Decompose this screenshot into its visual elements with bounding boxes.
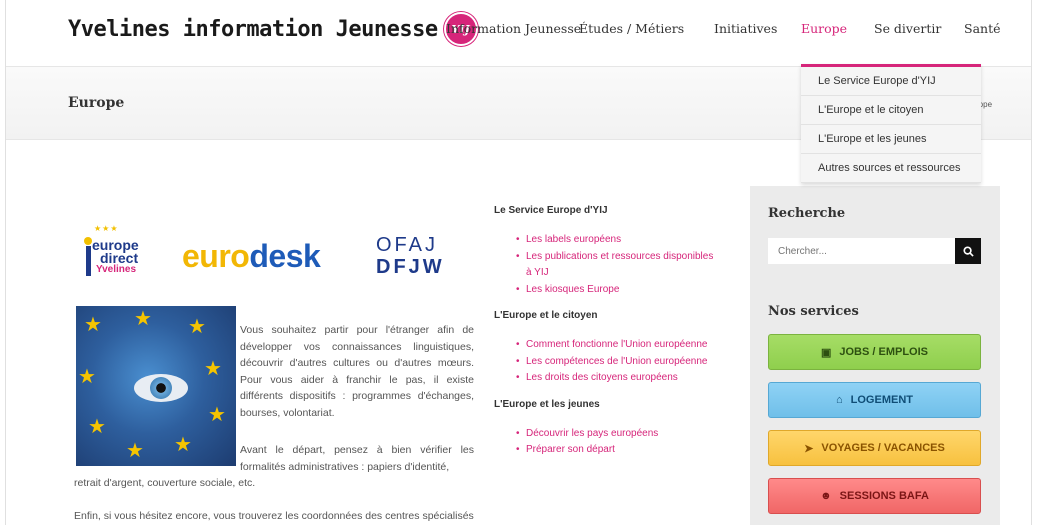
- service-europe-links: • Les labels européens • Les publications …: [514, 232, 714, 298]
- star-icon: ★: [174, 432, 192, 456]
- ofaj-logo: OFAJ DFJW: [376, 234, 445, 278]
- link-preparer-depart[interactable]: • Préparer son départ: [514, 442, 714, 459]
- europe-dropdown-menu: Le Service Europe d'YIJ L'Europe et le c…: [801, 64, 981, 183]
- intro-paragraph-1: Vous souhaitez partir pour l'étranger af…: [240, 324, 474, 419]
- link-fonctionnement-ue[interactable]: • Comment fonctionne l'Union européenne: [514, 337, 714, 354]
- main-nav: Information Jeunesse Études / Métiers In…: [6, 21, 1031, 41]
- sessions-bafa-button[interactable]: ☻ SESSIONS BAFA: [768, 478, 981, 514]
- link-label: Les droits des citoyens européens: [526, 372, 678, 383]
- button-label: VOYAGES / VACANCES: [821, 442, 945, 454]
- logo-bar: [86, 246, 91, 276]
- star-icon: ★: [88, 414, 106, 438]
- intro-paragraph-2: Avant le départ, pensez à bien vérifier …: [240, 444, 474, 473]
- eye-icon: [134, 374, 188, 402]
- dropdown-item-autres-sources[interactable]: Autres sources et ressources: [801, 154, 981, 183]
- eu-stars-icon: ★★★: [94, 224, 119, 233]
- ofaj-row-1: OFAJ: [376, 234, 439, 256]
- ofaj-row-2: DFJW: [376, 256, 445, 278]
- link-publications[interactable]: • Les publications et ressources disponib…: [514, 249, 714, 282]
- eurodesk-part-2: desk: [249, 238, 321, 274]
- link-label: Comment fonctionne l'Union européenne: [526, 339, 708, 350]
- link-label: Les compétences de l'Union européenne: [526, 355, 708, 367]
- plane-icon: ➤: [804, 442, 814, 455]
- section-heading-europe-citoyen: L'Europe et le citoyen: [494, 310, 598, 321]
- site-header: Yvelines information Jeunesse YIJ Inform…: [6, 0, 1031, 62]
- search-widget-title: Recherche: [768, 206, 846, 221]
- star-icon: ★: [208, 402, 226, 426]
- button-label: SESSIONS BAFA: [839, 490, 929, 502]
- search-button[interactable]: [955, 238, 981, 264]
- page-frame: Yvelines information Jeunesse YIJ Inform…: [5, 0, 1032, 525]
- sidebar: Recherche Nos services ▣ JOBS / EMPLOIS …: [750, 186, 1000, 525]
- button-label: LOGEMENT: [850, 394, 913, 406]
- dropdown-item-europe-jeunes[interactable]: L'Europe et les jeunes: [801, 125, 981, 154]
- star-icon: ★: [204, 356, 222, 380]
- europe-direct-logo: ★★★ europe direct Yvelines: [80, 224, 160, 292]
- nav-se-divertir[interactable]: Se divertir: [874, 21, 941, 36]
- europe-citoyen-links: • Comment fonctionne l'Union européenne •…: [514, 337, 714, 387]
- users-icon: ☻: [820, 490, 832, 502]
- logement-button[interactable]: ⌂ LOGEMENT: [768, 382, 981, 418]
- europe-direct-word-2: direct: [100, 250, 139, 266]
- link-competences-ue[interactable]: • Les compétences de l'Union européenne: [514, 354, 714, 371]
- button-label: JOBS / EMPLOIS: [839, 346, 929, 358]
- star-icon: ★: [126, 438, 144, 462]
- link-droits-citoyens[interactable]: • Les droits des citoyens européens: [514, 370, 714, 387]
- link-label: Les labels européens: [526, 234, 622, 245]
- search-input[interactable]: [768, 238, 955, 264]
- link-label: Les kiosques Europe: [526, 283, 620, 295]
- link-label: Préparer son départ: [526, 444, 615, 455]
- jobs-emplois-button[interactable]: ▣ JOBS / EMPLOIS: [768, 334, 981, 370]
- intro-paragraph-3: Enfin, si vous hésitez encore, vous trou…: [74, 510, 474, 522]
- link-label: Les publications et ressources disponibl…: [526, 250, 714, 279]
- briefcase-icon: ▣: [820, 346, 832, 359]
- link-kiosques-europe[interactable]: • Les kiosques Europe: [514, 282, 714, 299]
- nav-information-jeunesse[interactable]: Information Jeunesse: [446, 21, 581, 36]
- nav-initiatives[interactable]: Initiatives: [714, 21, 777, 36]
- star-icon: ★: [188, 314, 206, 338]
- nav-sante[interactable]: Santé: [964, 21, 1001, 36]
- eurodesk-part-1: euro: [182, 238, 250, 274]
- star-icon: ★: [84, 312, 102, 336]
- dropdown-item-europe-citoyen[interactable]: L'Europe et le citoyen: [801, 96, 981, 125]
- nav-europe[interactable]: Europe: [801, 21, 847, 36]
- link-labels-europeens[interactable]: • Les labels européens: [514, 232, 714, 249]
- europe-links-column: Le Service Europe d'YIJ • Les labels euro…: [494, 205, 714, 459]
- voyages-vacances-button[interactable]: ➤ VOYAGES / VACANCES: [768, 430, 981, 466]
- star-icon: ★: [134, 306, 152, 330]
- section-heading-europe-jeunes: L'Europe et les jeunes: [494, 398, 600, 410]
- search-form: [768, 238, 981, 264]
- link-decouvrir-pays[interactable]: • Découvrir les pays européens: [514, 426, 714, 443]
- intro-paragraph-2-end: retrait d'argent, couverture sociale, et…: [74, 477, 256, 489]
- page-title: Europe: [68, 95, 125, 111]
- europe-direct-word-3: Yvelines: [96, 264, 137, 275]
- sun-icon: [84, 237, 92, 245]
- partner-logos: ★★★ europe direct Yvelines eurodesk OFAJ…: [74, 222, 474, 294]
- eurodesk-logo: eurodesk: [182, 238, 321, 275]
- star-icon: ★: [78, 364, 96, 388]
- home-icon: ⌂: [836, 394, 843, 406]
- services-widget-title: Nos services: [768, 304, 859, 319]
- eu-eye-image: ★ ★ ★ ★ ★ ★ ★ ★ ★: [76, 306, 236, 466]
- link-label: Découvrir les pays européens: [526, 427, 659, 439]
- dropdown-item-service-europe[interactable]: Le Service Europe d'YIJ: [801, 67, 981, 96]
- section-heading-service-europe: Le Service Europe d'YIJ: [494, 205, 608, 216]
- search-icon: [962, 245, 974, 257]
- europe-jeunes-links: • Découvrir les pays européens • Préparer …: [514, 426, 714, 459]
- nav-etudes-metiers[interactable]: Études / Métiers: [579, 21, 684, 36]
